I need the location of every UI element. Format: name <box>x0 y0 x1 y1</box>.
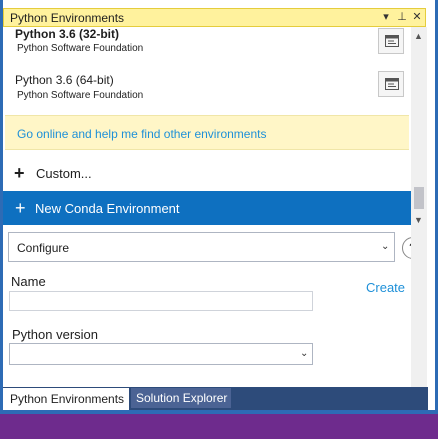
close-icon[interactable]: ✕ <box>410 10 424 23</box>
configure-selected: Configure <box>17 241 70 255</box>
configure-dropdown[interactable]: Configure ⌄ <box>8 232 395 262</box>
chevron-down-icon: ⌄ <box>300 348 309 359</box>
chevron-down-icon: ⌄ <box>381 241 390 252</box>
name-input[interactable] <box>9 291 313 311</box>
name-label: Name <box>11 274 46 289</box>
environment-org: Python Software Foundation <box>17 90 144 101</box>
pin-icon[interactable]: ⊥ <box>395 10 409 23</box>
panel-title: Python Environments <box>10 11 125 25</box>
console-icon <box>385 78 399 90</box>
scroll-up-icon[interactable]: ▲ <box>414 31 423 41</box>
vertical-scrollbar[interactable]: ▲ ▼ <box>411 27 427 387</box>
find-environments-link[interactable]: Go online and help me find other environ… <box>17 127 267 141</box>
environment-item[interactable]: Python 3.6 (64-bit) Python Software Foun… <box>3 70 411 112</box>
scrollbar-thumb[interactable] <box>414 187 424 209</box>
custom-environment-item[interactable]: + Custom... <box>3 159 411 187</box>
conda-label: New Conda Environment <box>35 201 180 216</box>
scroll-down-icon[interactable]: ▼ <box>414 215 423 225</box>
dropdown-arrow-icon[interactable]: ▾ <box>379 10 393 23</box>
tab-solution-explorer[interactable]: Solution Explorer <box>131 388 231 408</box>
python-version-label: Python version <box>12 327 98 342</box>
environment-name: Python 3.6 (64-bit) <box>15 73 114 87</box>
console-icon <box>385 35 399 47</box>
python-version-dropdown[interactable]: ⌄ <box>9 343 313 365</box>
new-conda-environment-item[interactable]: + New Conda Environment <box>3 191 411 225</box>
tab-label: Python Environments <box>10 392 125 406</box>
python-environments-window: Python Environments ▾ ⊥ ✕ Python 3.6 (32… <box>0 0 438 439</box>
environment-name: Python 3.6 (32-bit) <box>15 27 120 41</box>
environments-content: Python 3.6 (32-bit) Python Software Foun… <box>3 27 411 387</box>
tab-python-environments[interactable]: Python Environments <box>3 388 129 410</box>
create-link[interactable]: Create <box>366 280 405 295</box>
environment-item[interactable]: Python 3.6 (32-bit) Python Software Foun… <box>3 27 411 69</box>
plus-icon: + <box>14 163 25 183</box>
panel-title-bar[interactable]: Python Environments ▾ ⊥ ✕ <box>3 8 426 27</box>
online-help-box: Go online and help me find other environ… <box>5 115 409 150</box>
environment-console-button[interactable] <box>378 71 404 97</box>
custom-label: Custom... <box>36 166 92 181</box>
plus-icon: + <box>15 198 26 218</box>
status-bar <box>0 414 438 439</box>
tab-label: Solution Explorer <box>136 391 228 405</box>
environment-console-button[interactable] <box>378 28 404 54</box>
environment-org: Python Software Foundation <box>17 43 144 54</box>
